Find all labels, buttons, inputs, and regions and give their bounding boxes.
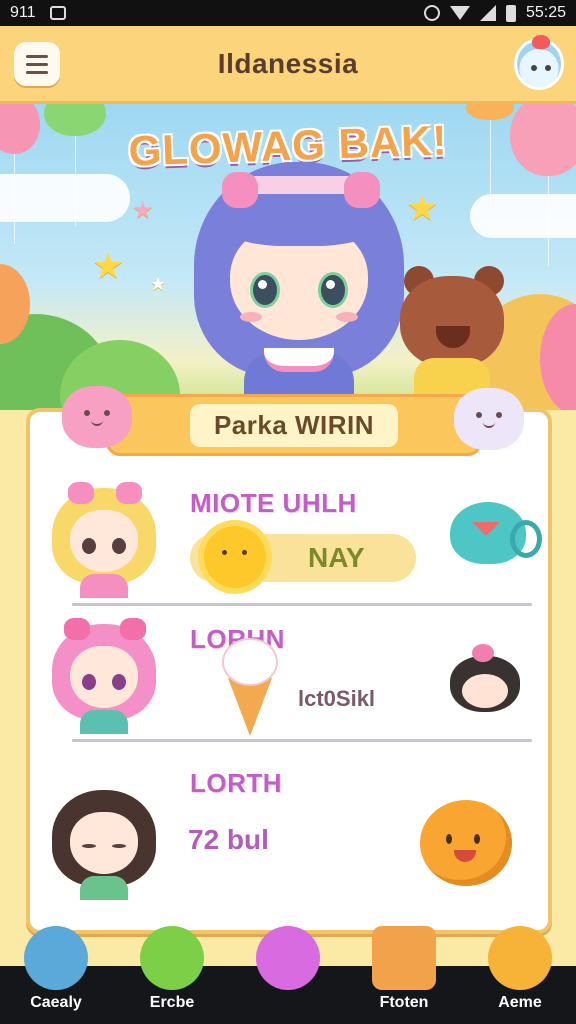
hero-banner: ★ ★ ★ ★ GLOWAG BAK! bbox=[0, 104, 576, 424]
panel-title: Parka WIRIN bbox=[189, 403, 399, 447]
nav-label: Caealy bbox=[30, 994, 82, 1011]
row-value: lct0Sikl bbox=[298, 686, 376, 711]
nav-item-caealy[interactable]: Caealy bbox=[6, 926, 106, 1024]
list-item[interactable]: MIOTE UHLH NAY bbox=[42, 472, 542, 606]
cloud-decoration bbox=[470, 194, 576, 238]
sun-icon bbox=[204, 526, 266, 588]
status-left-text: 911 bbox=[10, 4, 36, 21]
battery-icon bbox=[505, 4, 516, 22]
row-value: 72 bul bbox=[188, 824, 269, 855]
star-icon: ★ bbox=[132, 196, 154, 224]
book-icon bbox=[372, 926, 436, 990]
row-name: LORTH bbox=[190, 768, 283, 798]
notification-icon bbox=[49, 6, 66, 20]
brown-girl-avatar bbox=[50, 784, 160, 902]
value-pill[interactable]: NAY bbox=[190, 526, 416, 588]
nav-label: Ercbe bbox=[149, 994, 195, 1011]
divider bbox=[72, 603, 532, 606]
nav-label: Ftoten bbox=[379, 994, 429, 1011]
girl-character bbox=[194, 162, 404, 424]
apple-icon bbox=[140, 926, 204, 990]
nav-item-aeme[interactable]: Aeme bbox=[470, 926, 570, 1024]
row-name: MIOTE UHLH bbox=[190, 488, 357, 518]
list-item[interactable]: LORHN lct0Sikl bbox=[42, 608, 540, 742]
ice-cream-icon bbox=[218, 638, 282, 738]
nav-label: Aeme bbox=[498, 994, 542, 1011]
bottom-nav: Caealy Ercbe Ftoten Aeme bbox=[0, 926, 576, 1024]
panel-header: Parka WIRIN bbox=[106, 394, 482, 456]
signal-icon bbox=[479, 5, 496, 21]
orange-blob-icon[interactable] bbox=[420, 800, 512, 886]
row-value: NAY bbox=[308, 542, 365, 573]
star-icon: ★ bbox=[92, 246, 125, 287]
pink-girl-avatar bbox=[50, 618, 160, 736]
wifi-icon bbox=[449, 6, 470, 20]
mascot-icon bbox=[488, 926, 552, 990]
star-icon: ★ bbox=[150, 274, 167, 295]
teapot-icon[interactable] bbox=[450, 502, 542, 564]
list-item[interactable]: LORTH 72 bul bbox=[42, 744, 540, 900]
cloud-decoration bbox=[0, 174, 130, 222]
status-bar: 911 55:25 bbox=[0, 0, 576, 26]
mascot-icon[interactable] bbox=[514, 35, 564, 90]
house-icon bbox=[24, 926, 88, 990]
character-panel: Parka WIRIN MIOTE UHLH NAY LORHN lct0Sik… bbox=[26, 386, 552, 934]
app-title: Ildanessia bbox=[217, 47, 359, 79]
star-icon: ★ bbox=[406, 188, 439, 229]
hamburger-menu-icon[interactable] bbox=[14, 42, 60, 86]
status-time: 55:25 bbox=[525, 4, 566, 21]
nav-item-ercbe[interactable]: Ercbe bbox=[122, 926, 222, 1024]
divider bbox=[72, 739, 532, 742]
pink-cloud-icon bbox=[62, 386, 132, 448]
cat-icon[interactable] bbox=[446, 644, 522, 718]
nav-item-center[interactable] bbox=[238, 926, 338, 1024]
bear-character bbox=[400, 266, 508, 398]
nav-item-ftoten[interactable]: Ftoten bbox=[354, 926, 454, 1024]
alarm-icon bbox=[423, 5, 440, 21]
app-header: Ildanessia bbox=[0, 26, 576, 104]
bubble-icon bbox=[256, 926, 320, 990]
blonde-girl-avatar bbox=[50, 482, 160, 600]
lavender-cloud-icon bbox=[454, 388, 524, 450]
